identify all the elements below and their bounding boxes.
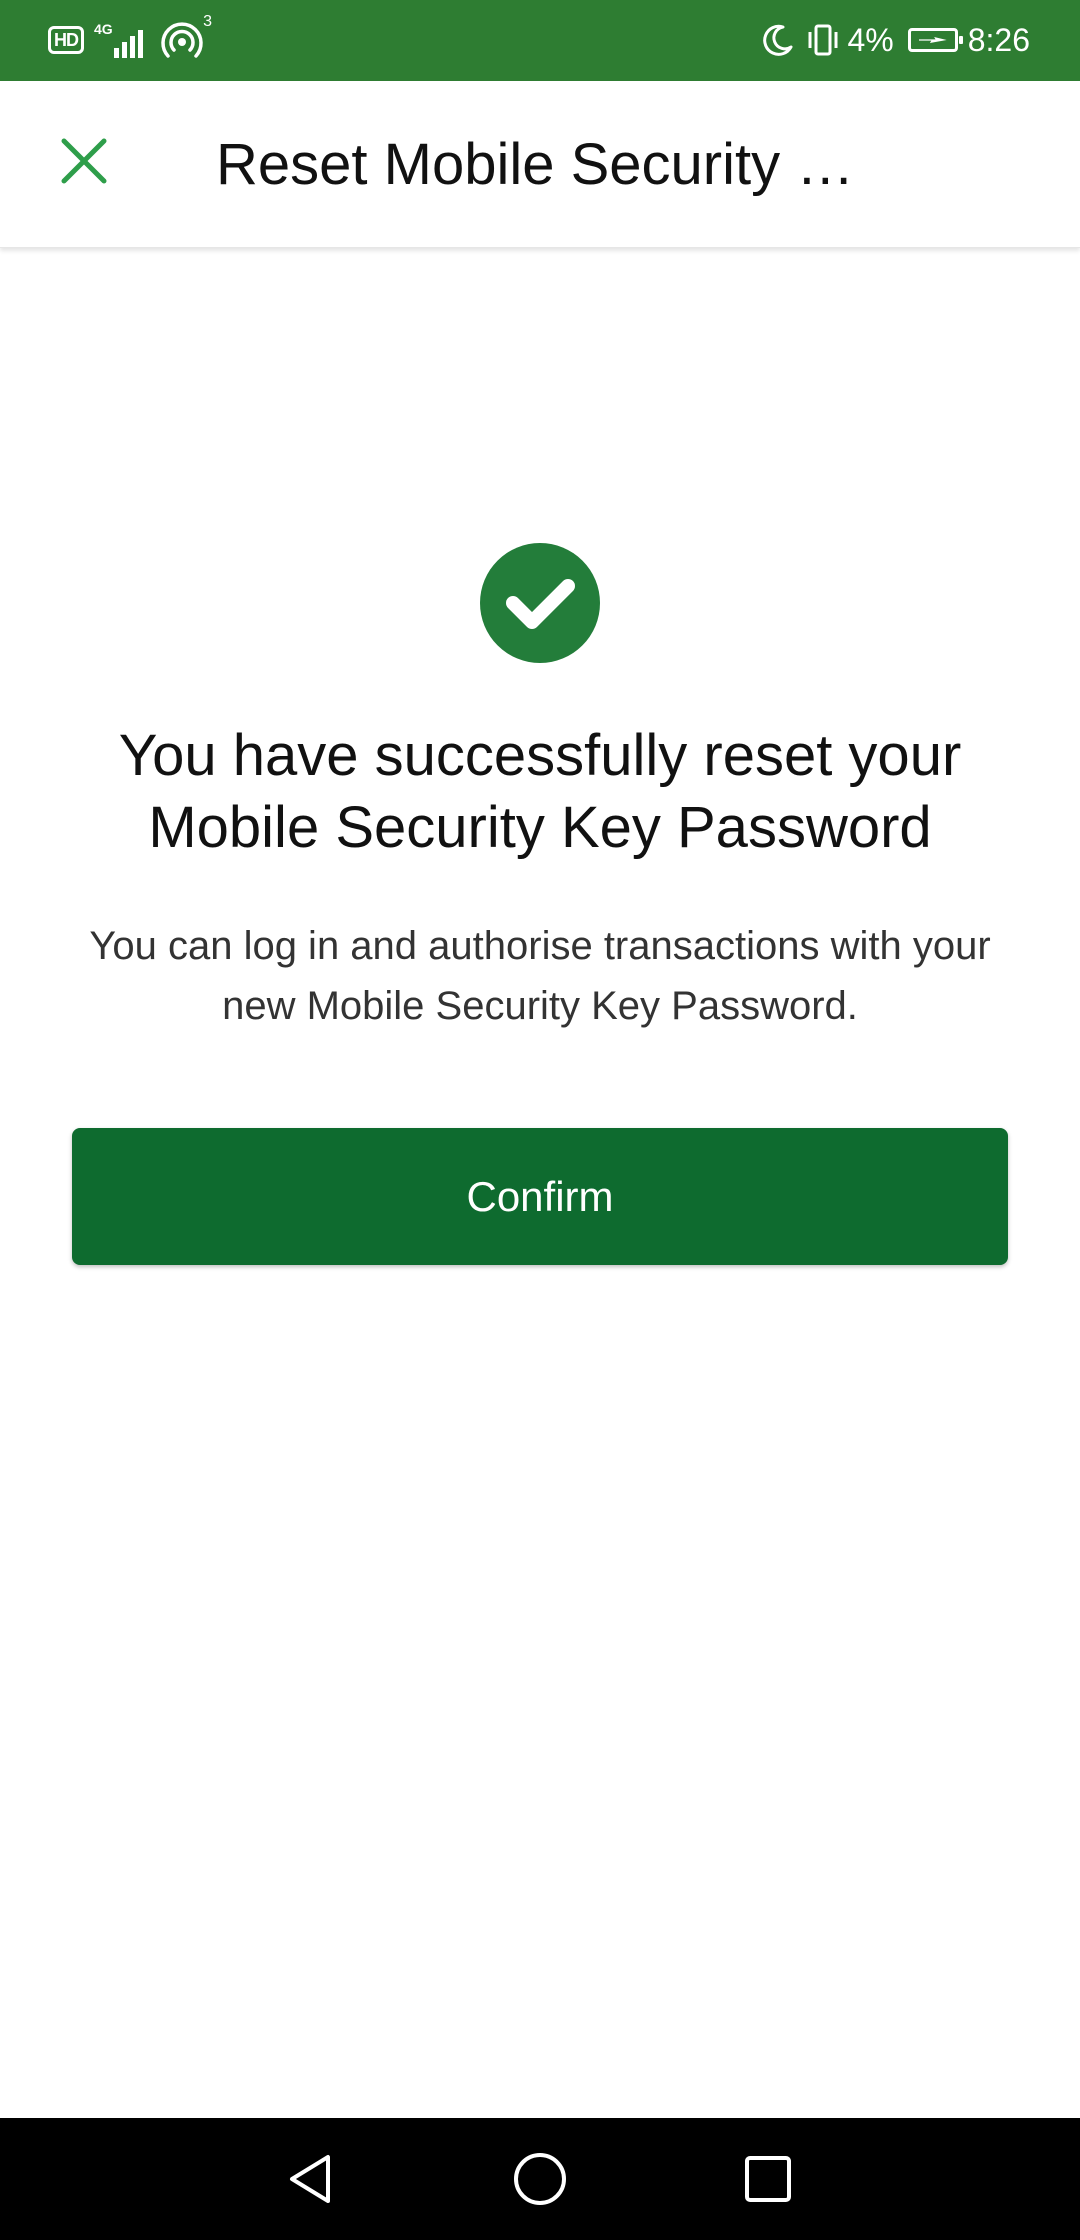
nav-recents-button[interactable] bbox=[733, 2144, 803, 2214]
status-bar: HD 4G 3 4% 8:26 bbox=[0, 0, 1080, 81]
headline-line: Mobile Security Key Password bbox=[148, 795, 932, 860]
back-triangle-icon bbox=[290, 2155, 330, 2203]
hd-icon: HD bbox=[48, 26, 84, 54]
nav-home-button[interactable] bbox=[505, 2144, 575, 2214]
screen: HD 4G 3 4% 8:26 Reset Mobile Security … … bbox=[0, 0, 1080, 2240]
vibrate-icon bbox=[808, 24, 838, 56]
description-line: You can log in and authorise transaction… bbox=[89, 924, 991, 968]
page-title: Reset Mobile Security … bbox=[216, 132, 855, 197]
status-bar-right: 4% 8:26 bbox=[761, 16, 1030, 64]
system-nav-bar bbox=[0, 2118, 1080, 2240]
description-line: new Mobile Security Key Password. bbox=[222, 984, 858, 1028]
confirm-button-label: Confirm bbox=[466, 1172, 614, 1220]
hotspot-glyph-icon bbox=[161, 22, 203, 58]
recents-square-icon bbox=[745, 2156, 791, 2202]
network-type-label: 4G bbox=[94, 21, 113, 37]
app-header: Reset Mobile Security … bbox=[0, 81, 1080, 248]
confirm-button[interactable]: Confirm bbox=[72, 1128, 1008, 1265]
hotspot-icon: 3 bbox=[160, 14, 212, 62]
success-headline: You have successfully reset your Mobile … bbox=[40, 720, 1040, 864]
cellular-signal-icon: 4G bbox=[94, 20, 150, 60]
close-icon bbox=[61, 138, 107, 184]
status-bar-left: HD 4G 3 bbox=[48, 14, 212, 64]
hotspot-count: 3 bbox=[203, 13, 212, 30]
clock: 8:26 bbox=[967, 21, 1030, 58]
battery-charging-icon bbox=[907, 28, 963, 52]
headline-line: You have successfully reset your bbox=[118, 723, 962, 788]
moon-icon bbox=[763, 24, 793, 56]
success-description: You can log in and authorise transaction… bbox=[40, 916, 1040, 1036]
close-button[interactable] bbox=[44, 121, 124, 201]
nav-back-button[interactable] bbox=[275, 2144, 345, 2214]
battery-percent: 4% bbox=[847, 21, 894, 58]
check-circle-icon bbox=[480, 543, 600, 663]
home-circle-icon bbox=[514, 2153, 566, 2205]
